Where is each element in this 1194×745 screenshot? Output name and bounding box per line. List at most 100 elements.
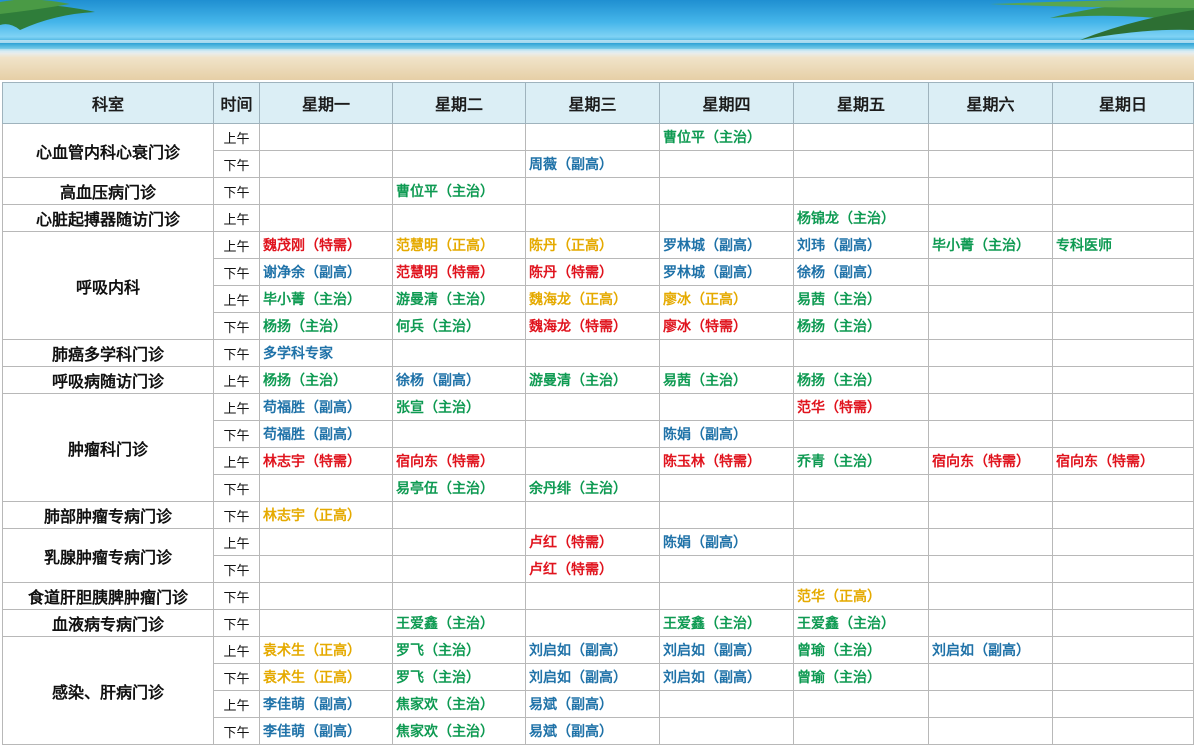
doctor-cell bbox=[1052, 528, 1194, 556]
doctor-cell: 杨扬（主治） bbox=[259, 366, 393, 394]
doctor-cell bbox=[392, 150, 526, 178]
doctor-cell: 刘启如（副高） bbox=[525, 636, 660, 664]
department-name: 食道肝胆胰脾肿瘤门诊 bbox=[2, 582, 214, 610]
doctor-cell bbox=[259, 528, 393, 556]
table-row: 乳腺肿瘤专病门诊 上午 卢红（特需） 陈娟（副高） bbox=[2, 528, 1194, 583]
doctor-cell: 苟福胜（副高） bbox=[259, 393, 393, 421]
doctor-cell: 张宣（主治） bbox=[392, 393, 526, 421]
header-sunday: 星期日 bbox=[1052, 82, 1194, 124]
doctor-cell: 多学科专家 bbox=[259, 339, 393, 367]
doctor-cell: 宿向东（特需） bbox=[928, 447, 1053, 475]
doctor-cell: 易斌（副高） bbox=[525, 690, 660, 718]
doctor-cell bbox=[525, 339, 660, 367]
doctor-cell: 刘启如（副高） bbox=[659, 663, 794, 691]
doctor-cell bbox=[259, 474, 393, 502]
doctor-cell bbox=[928, 420, 1053, 448]
doctor-cell: 谢净余（副高） bbox=[259, 258, 393, 286]
time-slot: 上午 bbox=[213, 528, 260, 556]
doctor-cell bbox=[928, 582, 1053, 610]
department-name: 心血管内科心衰门诊 bbox=[2, 123, 214, 178]
doctor-cell: 杨锦龙（主治） bbox=[793, 204, 929, 232]
time-slot: 上午 bbox=[213, 231, 260, 259]
doctor-cell bbox=[525, 501, 660, 529]
doctor-cell: 易亭伍（主治） bbox=[392, 474, 526, 502]
doctor-cell bbox=[659, 717, 794, 745]
doctor-cell bbox=[928, 366, 1053, 394]
time-slot: 上午 bbox=[213, 636, 260, 664]
department-name: 感染、肝病门诊 bbox=[2, 636, 214, 745]
wave-line bbox=[0, 49, 1194, 52]
doctor-cell bbox=[928, 555, 1053, 583]
doctor-cell: 刘启如（副高） bbox=[928, 636, 1053, 664]
doctor-cell: 刘启如（副高） bbox=[659, 636, 794, 664]
doctor-cell bbox=[525, 447, 660, 475]
time-slot: 下午 bbox=[213, 501, 260, 529]
doctor-cell bbox=[259, 555, 393, 583]
doctor-cell bbox=[928, 690, 1053, 718]
palm-leaf-left-icon bbox=[0, 0, 95, 31]
doctor-cell: 袁术生（正高） bbox=[259, 636, 393, 664]
doctor-cell bbox=[1052, 663, 1194, 691]
doctor-cell bbox=[1052, 258, 1194, 286]
header-tuesday: 星期二 bbox=[392, 82, 526, 124]
doctor-cell bbox=[1052, 690, 1194, 718]
time-slot: 下午 bbox=[213, 663, 260, 691]
header-saturday: 星期六 bbox=[928, 82, 1053, 124]
doctor-cell: 廖冰（特需） bbox=[659, 312, 794, 340]
doctor-cell: 李佳萌（副高） bbox=[259, 690, 393, 718]
doctor-cell: 曹位平（主治） bbox=[659, 123, 794, 151]
doctor-cell bbox=[659, 177, 794, 205]
table-row: 呼吸病随访门诊 上午 杨扬（主治） 徐杨（副高） 游曼清（主治） 易茜（主治） 杨扬（主治） bbox=[2, 366, 1194, 394]
doctor-cell bbox=[659, 690, 794, 718]
doctor-cell bbox=[659, 150, 794, 178]
doctor-cell: 魏海龙（特需） bbox=[525, 312, 660, 340]
doctor-cell: 焦家欢（主治） bbox=[392, 690, 526, 718]
time-slot: 下午 bbox=[213, 474, 260, 502]
doctor-cell bbox=[525, 204, 660, 232]
doctor-cell: 范华（正高） bbox=[793, 582, 929, 610]
doctor-cell: 苟福胜（副高） bbox=[259, 420, 393, 448]
time-slot: 下午 bbox=[213, 339, 260, 367]
time-slot: 下午 bbox=[213, 312, 260, 340]
header-monday: 星期一 bbox=[259, 82, 393, 124]
doctor-cell bbox=[793, 555, 929, 583]
doctor-cell bbox=[928, 663, 1053, 691]
doctor-cell bbox=[928, 528, 1053, 556]
doctor-cell bbox=[1052, 204, 1194, 232]
department-name: 呼吸病随访门诊 bbox=[2, 366, 214, 394]
doctor-cell bbox=[259, 609, 393, 637]
time-slot: 下午 bbox=[213, 150, 260, 178]
doctor-cell: 易茜（主治） bbox=[793, 285, 929, 313]
doctor-cell bbox=[793, 150, 929, 178]
doctor-cell: 范华（特需） bbox=[793, 393, 929, 421]
doctor-cell: 焦家欢（主治） bbox=[392, 717, 526, 745]
header-department: 科室 bbox=[2, 82, 214, 124]
table-row: 高血压病门诊 下午 曹位平（主治） bbox=[2, 177, 1194, 205]
table-row: 肺癌多学科门诊 下午 多学科专家 bbox=[2, 339, 1194, 367]
doctor-cell bbox=[259, 582, 393, 610]
doctor-cell bbox=[525, 177, 660, 205]
doctor-cell bbox=[525, 123, 660, 151]
doctor-cell: 魏茂刚（特需） bbox=[259, 231, 393, 259]
doctor-cell bbox=[1052, 501, 1194, 529]
doctor-cell: 罗飞（主治） bbox=[392, 636, 526, 664]
doctor-cell bbox=[1052, 366, 1194, 394]
doctor-cell bbox=[928, 501, 1053, 529]
doctor-cell bbox=[392, 123, 526, 151]
doctor-cell bbox=[392, 420, 526, 448]
doctor-cell: 刘启如（副高） bbox=[525, 663, 660, 691]
doctor-cell: 魏海龙（正高） bbox=[525, 285, 660, 313]
department-name: 高血压病门诊 bbox=[2, 177, 214, 205]
doctor-cell bbox=[659, 204, 794, 232]
time-slot: 下午 bbox=[213, 609, 260, 637]
department-name: 心脏起搏器随访门诊 bbox=[2, 204, 214, 232]
time-slot: 上午 bbox=[213, 447, 260, 475]
doctor-cell bbox=[793, 420, 929, 448]
table-row: 肺部肿瘤专病门诊 下午 林志宇（正高） bbox=[2, 501, 1194, 529]
time-slot: 上午 bbox=[213, 285, 260, 313]
doctor-cell bbox=[793, 339, 929, 367]
doctor-cell bbox=[928, 258, 1053, 286]
doctor-cell: 宿向东（特需） bbox=[392, 447, 526, 475]
doctor-cell bbox=[259, 150, 393, 178]
table-row: 血液病专病门诊 下午 王爱鑫（主治） 王爱鑫（主治） 王爱鑫（主治） bbox=[2, 609, 1194, 637]
